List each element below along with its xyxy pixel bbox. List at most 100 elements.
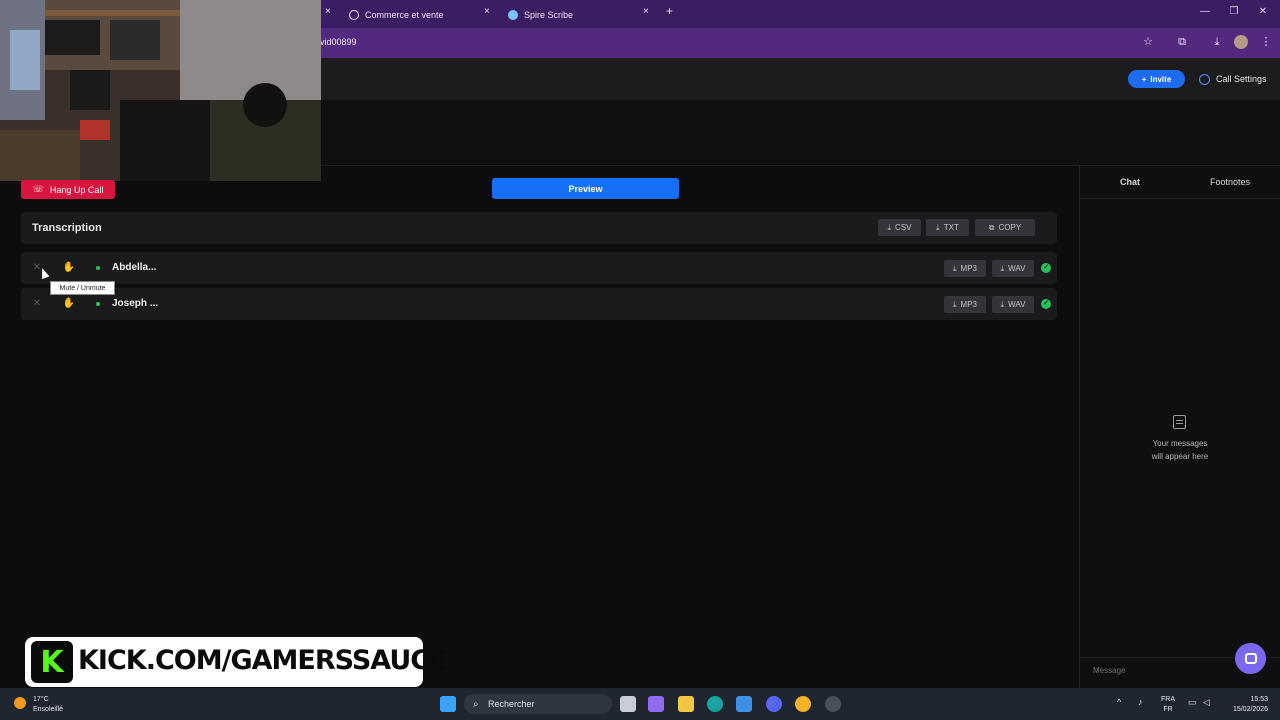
download-wav-button[interactable]: ⤓ WAV [992,296,1034,313]
invite-label: Invite [1150,74,1172,84]
tab-chat[interactable]: Chat [1120,177,1140,187]
restore-icon[interactable]: ❐ [1224,6,1244,17]
weather-desc: Ensoleillé [33,706,63,713]
network-icon[interactable]: ▭ [1188,697,1197,707]
add-user-icon: + [1141,74,1147,84]
kick-logo: K [31,641,73,683]
chat-bubble-icon [1244,653,1257,664]
star-icon[interactable]: ☆ [1140,34,1156,50]
kick-url-text: KICK.COM/GAMERSSAUCE [78,645,448,676]
volume-icon[interactable]: ◁ [1203,697,1210,707]
message-icon [1173,415,1186,429]
language-indicator[interactable]: FRA FR [1161,695,1175,715]
download-icon[interactable]: ⤓ [1209,34,1225,50]
invite-button[interactable]: + Invite [1128,70,1185,88]
txt-label: TXT [943,223,959,232]
gear-icon [1199,73,1210,85]
download-icon: ⤓ [953,299,957,309]
mp3-label: MP3 [960,300,977,309]
online-indicator [96,266,100,270]
url-field[interactable]: vid00899 [320,37,357,47]
tab-footnotes[interactable]: Footnotes [1210,177,1250,187]
copilot-icon[interactable] [648,696,664,712]
tab-commerce[interactable]: Commerce et vente [349,4,444,26]
call-settings-label: Call Settings [1216,74,1267,84]
hand-icon[interactable]: ✋ [62,261,76,275]
weather-temp: 17°C [33,696,49,703]
store-icon[interactable] [736,696,752,712]
empty-line: Your messages [1152,439,1208,448]
download-mp3-button[interactable]: ⤓ MP3 [944,260,986,277]
download-mp3-button[interactable]: ⤓ MP3 [944,296,986,313]
copy-icon: ⧉ [988,222,995,232]
tab-label: Commerce et vente [365,10,444,20]
tab-favicon-icon [349,10,359,20]
clock[interactable]: 15:53 15/02/2026 [1226,695,1268,715]
copy-button[interactable]: ⧉ COPY [975,219,1035,236]
webcam-image [0,0,321,181]
taskbar-search[interactable]: ⌕ Rechercher [464,694,612,714]
online-indicator [96,302,100,306]
new-tab-icon[interactable]: + [666,4,673,18]
check-icon: ✓ [1041,263,1051,273]
minimize-icon[interactable]: — [1195,6,1215,17]
tab-label: Spire Scribe [524,10,574,20]
support-chat-button[interactable] [1235,643,1266,674]
webcam-overlay [0,0,321,181]
discord-icon[interactable] [766,696,782,712]
obs-icon[interactable] [825,696,841,712]
tab-spire-scribe[interactable]: Spire Scribe [508,4,573,26]
tab-close-icon[interactable]: × [325,6,331,17]
menu-icon[interactable]: ⋮ [1258,34,1274,50]
download-icon: ⤓ [1000,263,1005,273]
tray-chevron-icon[interactable]: ^ [1117,697,1121,707]
spire-favicon-icon [508,10,518,20]
wav-label: WAV [1008,300,1026,309]
mp3-label: MP3 [960,264,977,273]
lang-layout: FR [1163,706,1173,713]
microphone-icon[interactable]: ♪ [1138,697,1143,707]
lang-code: FRA [1161,696,1175,703]
csv-label: CSV [895,223,912,232]
chrome-icon[interactable] [795,696,811,712]
participant-row [21,288,1057,320]
preview-button[interactable]: Preview [492,178,679,199]
weather-widget[interactable]: 17°C Ensoleillé [33,695,63,715]
participant-row [21,252,1057,284]
download-icon: ⤓ [1000,299,1005,309]
extensions-icon[interactable]: ⧉ [1174,34,1190,50]
download-csv-button[interactable]: ⤓ CSV [878,219,921,236]
time-text: 15:53 [1250,696,1268,703]
divider [1080,198,1280,199]
sun-icon[interactable] [14,697,26,709]
profile-avatar[interactable] [1234,35,1248,49]
download-wav-button[interactable]: ⤓ WAV [992,260,1034,277]
mute-icon[interactable]: ✕ [30,297,44,311]
search-icon: ⌕ [473,698,479,710]
participant-name: Abdella... [112,262,157,273]
hang-up-button[interactable]: ☏ Hang Up Call [21,180,115,199]
tab-close-icon[interactable]: × [643,6,649,17]
file-explorer-icon[interactable] [678,696,694,712]
message-input[interactable]: Message [1093,666,1125,675]
date-text: 15/02/2026 [1232,706,1268,713]
wav-label: WAV [1008,264,1026,273]
close-window-icon[interactable]: ✕ [1253,6,1273,17]
edge-icon[interactable] [707,696,723,712]
task-view-icon[interactable] [620,696,636,712]
download-icon: ⤓ [936,222,940,232]
call-settings-button[interactable]: Call Settings [1199,71,1267,87]
download-txt-button[interactable]: ⤓ TXT [926,219,969,236]
empty-line: will appear here [1151,452,1209,461]
windows-taskbar [0,688,1280,720]
hang-up-label: Hang Up Call [49,184,104,195]
transcription-title: Transcription [32,222,102,234]
tab-close-icon[interactable]: × [484,6,490,17]
download-icon: ⤓ [953,263,957,273]
windows-start-icon[interactable] [440,696,456,712]
hand-icon[interactable]: ✋ [62,297,76,311]
search-label: Rechercher [488,699,535,709]
phone-hangup-icon: ☏ [32,184,44,194]
participant-name: Joseph ... [112,298,159,309]
empty-chat-text: Your messages will appear here [1130,437,1230,463]
